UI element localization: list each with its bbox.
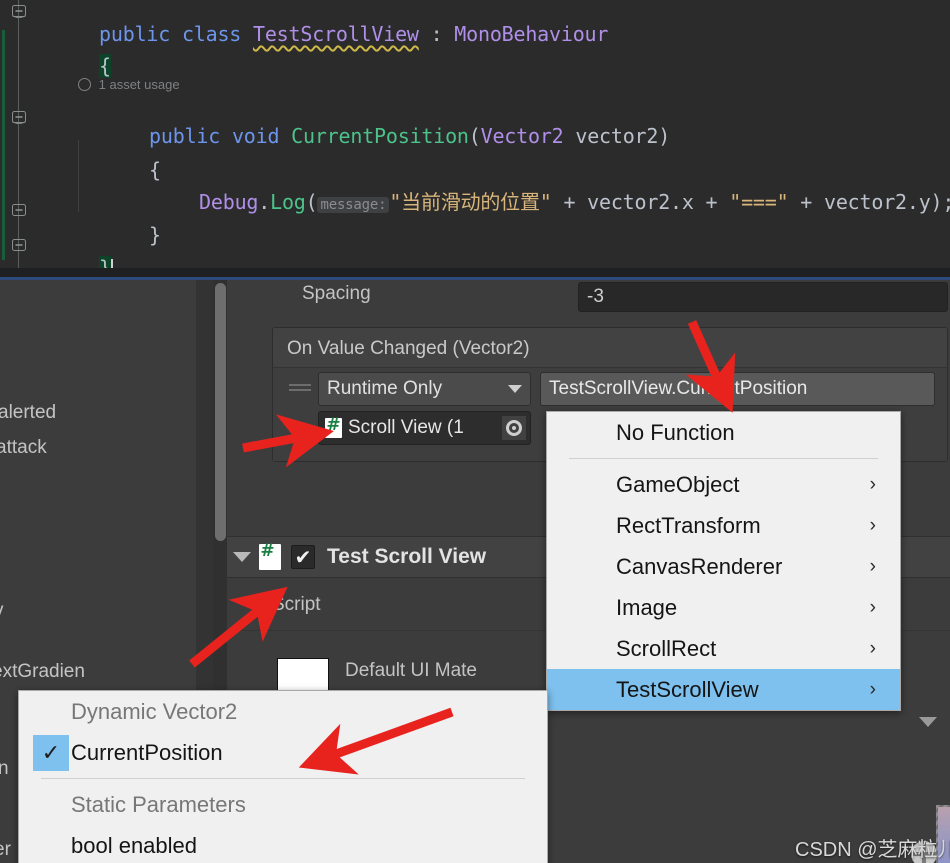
- left-label-1[interactable]: attack: [0, 437, 47, 459]
- usage-globe-icon: [78, 78, 91, 91]
- function-selection-menu[interactable]: No Function GameObject › RectTransform ›…: [546, 411, 901, 711]
- left-label-5[interactable]: er: [0, 839, 11, 861]
- menu-item-label: ScrollRect: [616, 635, 717, 661]
- asset-usage-label: 1 asset usage: [98, 77, 180, 92]
- script-asset-icon: [325, 415, 342, 438]
- chevron-right-icon: ›: [869, 596, 876, 618]
- testscrollview-submenu[interactable]: Dynamic Vector2 ✓ CurrentPosition Static…: [18, 690, 548, 863]
- spacing-label: Spacing: [302, 283, 371, 304]
- csdn-watermark: CSDN @芝麻粒儿: [795, 839, 950, 861]
- submenu-section-static: Static Parameters: [71, 791, 246, 817]
- material-label: Default UI Mate: [345, 660, 477, 681]
- spacing-input[interactable]: -3: [578, 282, 948, 312]
- left-label-4[interactable]: n: [0, 758, 9, 780]
- parameter-name-hint: message:: [317, 197, 390, 213]
- callback-target-label: Scroll View (1: [348, 417, 464, 438]
- gutter-spine: [18, 0, 19, 277]
- menu-item-label: RectTransform: [616, 512, 761, 538]
- component-title: Test Scroll View: [327, 545, 487, 568]
- csharp-script-icon: [259, 541, 281, 570]
- submenu-item-bool-enabled[interactable]: bool enabled: [19, 825, 547, 863]
- string-literal-cn: "当前滑动的位置": [389, 190, 552, 214]
- screenshot-root: public class TestScrollView : MonoBehavi…: [0, 0, 950, 863]
- chevron-right-icon: ›: [869, 514, 876, 536]
- callback-mode-dropdown[interactable]: Runtime Only: [318, 372, 531, 406]
- fold-icon-class[interactable]: [11, 4, 27, 18]
- triangle-down-icon[interactable]: [233, 552, 251, 562]
- menu-item-label: No Function: [616, 419, 735, 445]
- menu-item-label: Image: [616, 594, 678, 620]
- fold-icon-method[interactable]: [11, 110, 27, 124]
- callback-target-object-field[interactable]: Scroll View (1: [318, 411, 531, 445]
- code-editor-pane[interactable]: public class TestScrollView : MonoBehavi…: [0, 0, 950, 277]
- reorder-handle-icon[interactable]: [289, 384, 311, 396]
- menu-item-label: bool enabled: [71, 832, 198, 858]
- script-row-label: Script: [272, 594, 321, 615]
- on-value-changed-title: On Value Changed (Vector2): [287, 338, 530, 359]
- fold-icon-class-end[interactable]: [11, 238, 27, 252]
- method-name-token: CurrentPosition: [291, 124, 469, 148]
- menu-item-no-function[interactable]: No Function: [547, 412, 900, 453]
- asset-usage-hint[interactable]: 1 asset usage: [78, 76, 180, 92]
- class-name-token: TestScrollView: [252, 22, 419, 46]
- menu-item-recttransform[interactable]: RectTransform ›: [547, 505, 900, 546]
- chevron-right-icon: ›: [869, 555, 876, 577]
- hierarchy-scrollbar-thumb[interactable]: [215, 283, 226, 541]
- chevron-right-icon: ›: [869, 473, 876, 495]
- chevron-right-icon: ›: [869, 637, 876, 659]
- menu-item-testscrollview[interactable]: TestScrollView ›: [547, 669, 900, 710]
- menu-item-gameobject[interactable]: GameObject ›: [547, 464, 900, 505]
- menu-item-scrollrect[interactable]: ScrollRect ›: [547, 628, 900, 669]
- object-picker-icon[interactable]: [502, 416, 526, 440]
- menu-item-label: CurrentPosition: [71, 739, 223, 765]
- caret-down-icon[interactable]: [919, 717, 937, 727]
- vcs-change-marker: [2, 30, 5, 260]
- callback-function-dropdown[interactable]: TestScrollView.CurrentPosition: [540, 372, 935, 406]
- code-line-3[interactable]: public void CurrentPosition(Vector2 vect…: [78, 106, 670, 166]
- menu-item-label: GameObject: [616, 471, 740, 497]
- menu-item-canvasrenderer[interactable]: CanvasRenderer ›: [547, 546, 900, 587]
- left-label-2[interactable]: v: [0, 600, 4, 622]
- submenu-section-dynamic: Dynamic Vector2: [71, 698, 238, 724]
- menu-item-label: TestScrollView: [616, 676, 759, 702]
- submenu-item-current-position[interactable]: ✓ CurrentPosition: [19, 732, 547, 773]
- check-icon: ✓: [33, 735, 69, 771]
- callback-function-label: TestScrollView.CurrentPosition: [549, 378, 808, 399]
- code-line-1[interactable]: public class TestScrollView : MonoBehavi…: [28, 4, 608, 64]
- callback-mode-label: Runtime Only: [327, 378, 443, 399]
- menu-separator: [569, 458, 878, 459]
- code-line-5[interactable]: Debug.Log(message: "当前滑动的位置" + vector2.x …: [128, 172, 950, 235]
- menu-item-label: CanvasRenderer: [616, 553, 783, 579]
- chevron-right-icon: ›: [869, 678, 876, 700]
- left-label-0[interactable]: alerted: [0, 402, 56, 424]
- chevron-down-icon: [508, 385, 522, 393]
- component-enabled-checkbox[interactable]: ✔: [291, 545, 315, 569]
- left-label-3[interactable]: extGradien: [0, 661, 85, 683]
- editor-bottom-strip: [0, 268, 950, 277]
- menu-separator: [41, 778, 525, 779]
- fold-icon-method-end[interactable]: [11, 203, 27, 217]
- menu-item-image[interactable]: Image ›: [547, 587, 900, 628]
